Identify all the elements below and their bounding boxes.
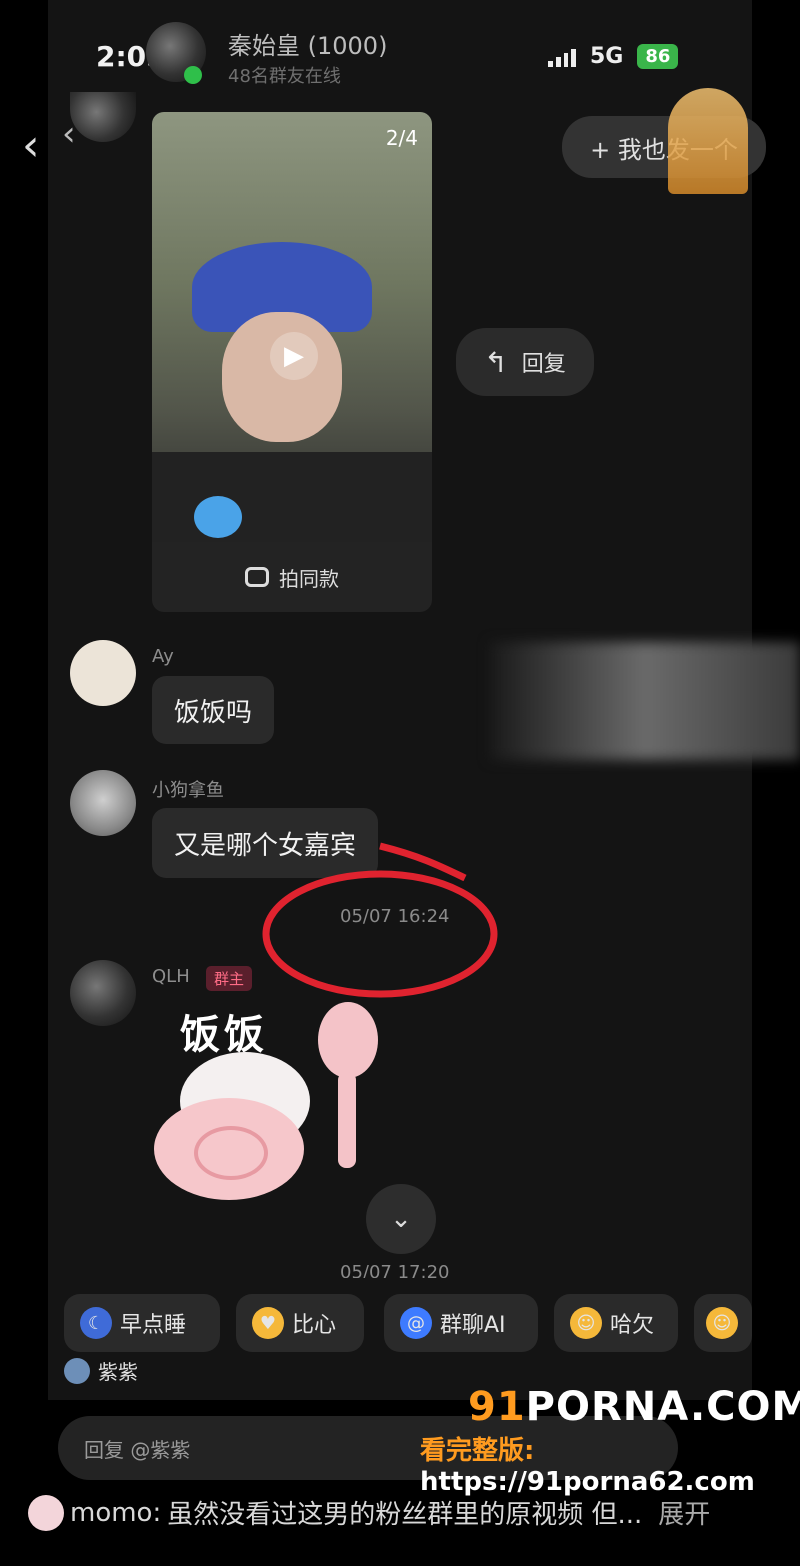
- expand-link[interactable]: 展开: [658, 1494, 710, 1531]
- reply-target: 紫紫: [64, 1356, 138, 1385]
- chip-label: 早点睡: [120, 1313, 187, 1338]
- video-counter: 2/4: [385, 126, 418, 150]
- watermark-url: 看完整版: https://91porna62.com: [420, 1436, 755, 1497]
- ai-icon: @: [400, 1307, 432, 1339]
- reply-target-name: 紫紫: [98, 1360, 138, 1384]
- quick-chip-sleep[interactable]: ☾ 早点睡: [64, 1294, 220, 1352]
- emoji-icon: ☺: [706, 1307, 738, 1339]
- chevron-down-icon: ⌄: [390, 1204, 412, 1234]
- user-avatar-icon: [64, 1357, 90, 1384]
- timestamp: 05/07 17:20: [340, 1262, 450, 1278]
- video-card[interactable]: 2/4 ▶ 拍同款: [152, 112, 432, 612]
- sender-name: 小狗拿鱼: [152, 780, 224, 801]
- sticker-image[interactable]: 饭饭: [150, 1000, 390, 1200]
- chip-label: 群聊AI: [440, 1313, 506, 1338]
- bear-sticker-icon: [194, 496, 242, 538]
- quick-chip-more[interactable]: ☺: [694, 1294, 752, 1352]
- group-title[interactable]: 秦始皇 (1000): [228, 26, 387, 61]
- play-icon[interactable]: ▶: [270, 332, 318, 380]
- yawn-icon: ☺: [570, 1307, 602, 1339]
- camera-icon: [245, 567, 269, 587]
- reply-arrow-icon: ↰: [484, 345, 508, 379]
- caption-user: momo:: [70, 1497, 162, 1528]
- watermark-logo: 91PORNA.COM: [468, 1384, 800, 1430]
- caption-text: 虽然没看过这男的粉丝群里的原视频 但...: [167, 1500, 643, 1530]
- avatar: [28, 1494, 64, 1531]
- avatar[interactable]: [70, 640, 136, 706]
- reply-button[interactable]: ↰ 回复: [456, 328, 594, 396]
- moon-icon: ☾: [80, 1307, 112, 1339]
- shirt-shape: [152, 452, 432, 542]
- quick-chip-yawn[interactable]: ☺ 哈欠: [554, 1294, 678, 1352]
- floating-sticker-icon[interactable]: [668, 88, 748, 194]
- shoot-same-button[interactable]: 拍同款: [152, 548, 432, 606]
- chip-label: 哈欠: [610, 1313, 655, 1338]
- signal-icon: [548, 47, 576, 67]
- plate-ring-shape: [194, 1126, 268, 1180]
- avatar[interactable]: [70, 960, 136, 1026]
- spoon-head-shape: [318, 1002, 378, 1078]
- quick-chip-heart[interactable]: ♥ 比心: [236, 1294, 364, 1352]
- video-thumbnail[interactable]: [152, 112, 432, 542]
- online-dot: [184, 66, 202, 84]
- status-indicators: 5G 86: [548, 44, 679, 69]
- back-chevron-icon[interactable]: ‹: [22, 120, 40, 171]
- comment-caption[interactable]: momo: 虽然没看过这男的粉丝群里的原视频 但... 展开: [28, 1494, 710, 1531]
- timestamp: 05/07 16:24: [340, 906, 450, 927]
- message-bubble[interactable]: 饭饭吗: [152, 676, 275, 744]
- battery-level: 86: [637, 44, 679, 69]
- blurred-region: [490, 642, 800, 760]
- sender-name: QLH: [152, 966, 190, 987]
- shoot-same-label: 拍同款: [279, 566, 339, 591]
- reply-label: 回复: [521, 352, 566, 377]
- sender-name: Ay: [152, 646, 174, 667]
- network-type: 5G: [590, 44, 624, 69]
- scroll-down-button[interactable]: ⌄: [366, 1184, 436, 1254]
- quick-chip-ai[interactable]: @ 群聊AI: [384, 1294, 538, 1352]
- online-count: 48名群友在线: [228, 66, 341, 87]
- sticker-text: 饭饭: [180, 1012, 268, 1058]
- avatar[interactable]: [70, 770, 136, 836]
- chip-label: 比心: [292, 1313, 337, 1338]
- heart-hands-icon: ♥: [252, 1307, 284, 1339]
- input-placeholder: 回复 @紫紫: [84, 1437, 191, 1462]
- owner-badge: 群主: [206, 966, 253, 991]
- spoon-handle-shape: [338, 1072, 356, 1168]
